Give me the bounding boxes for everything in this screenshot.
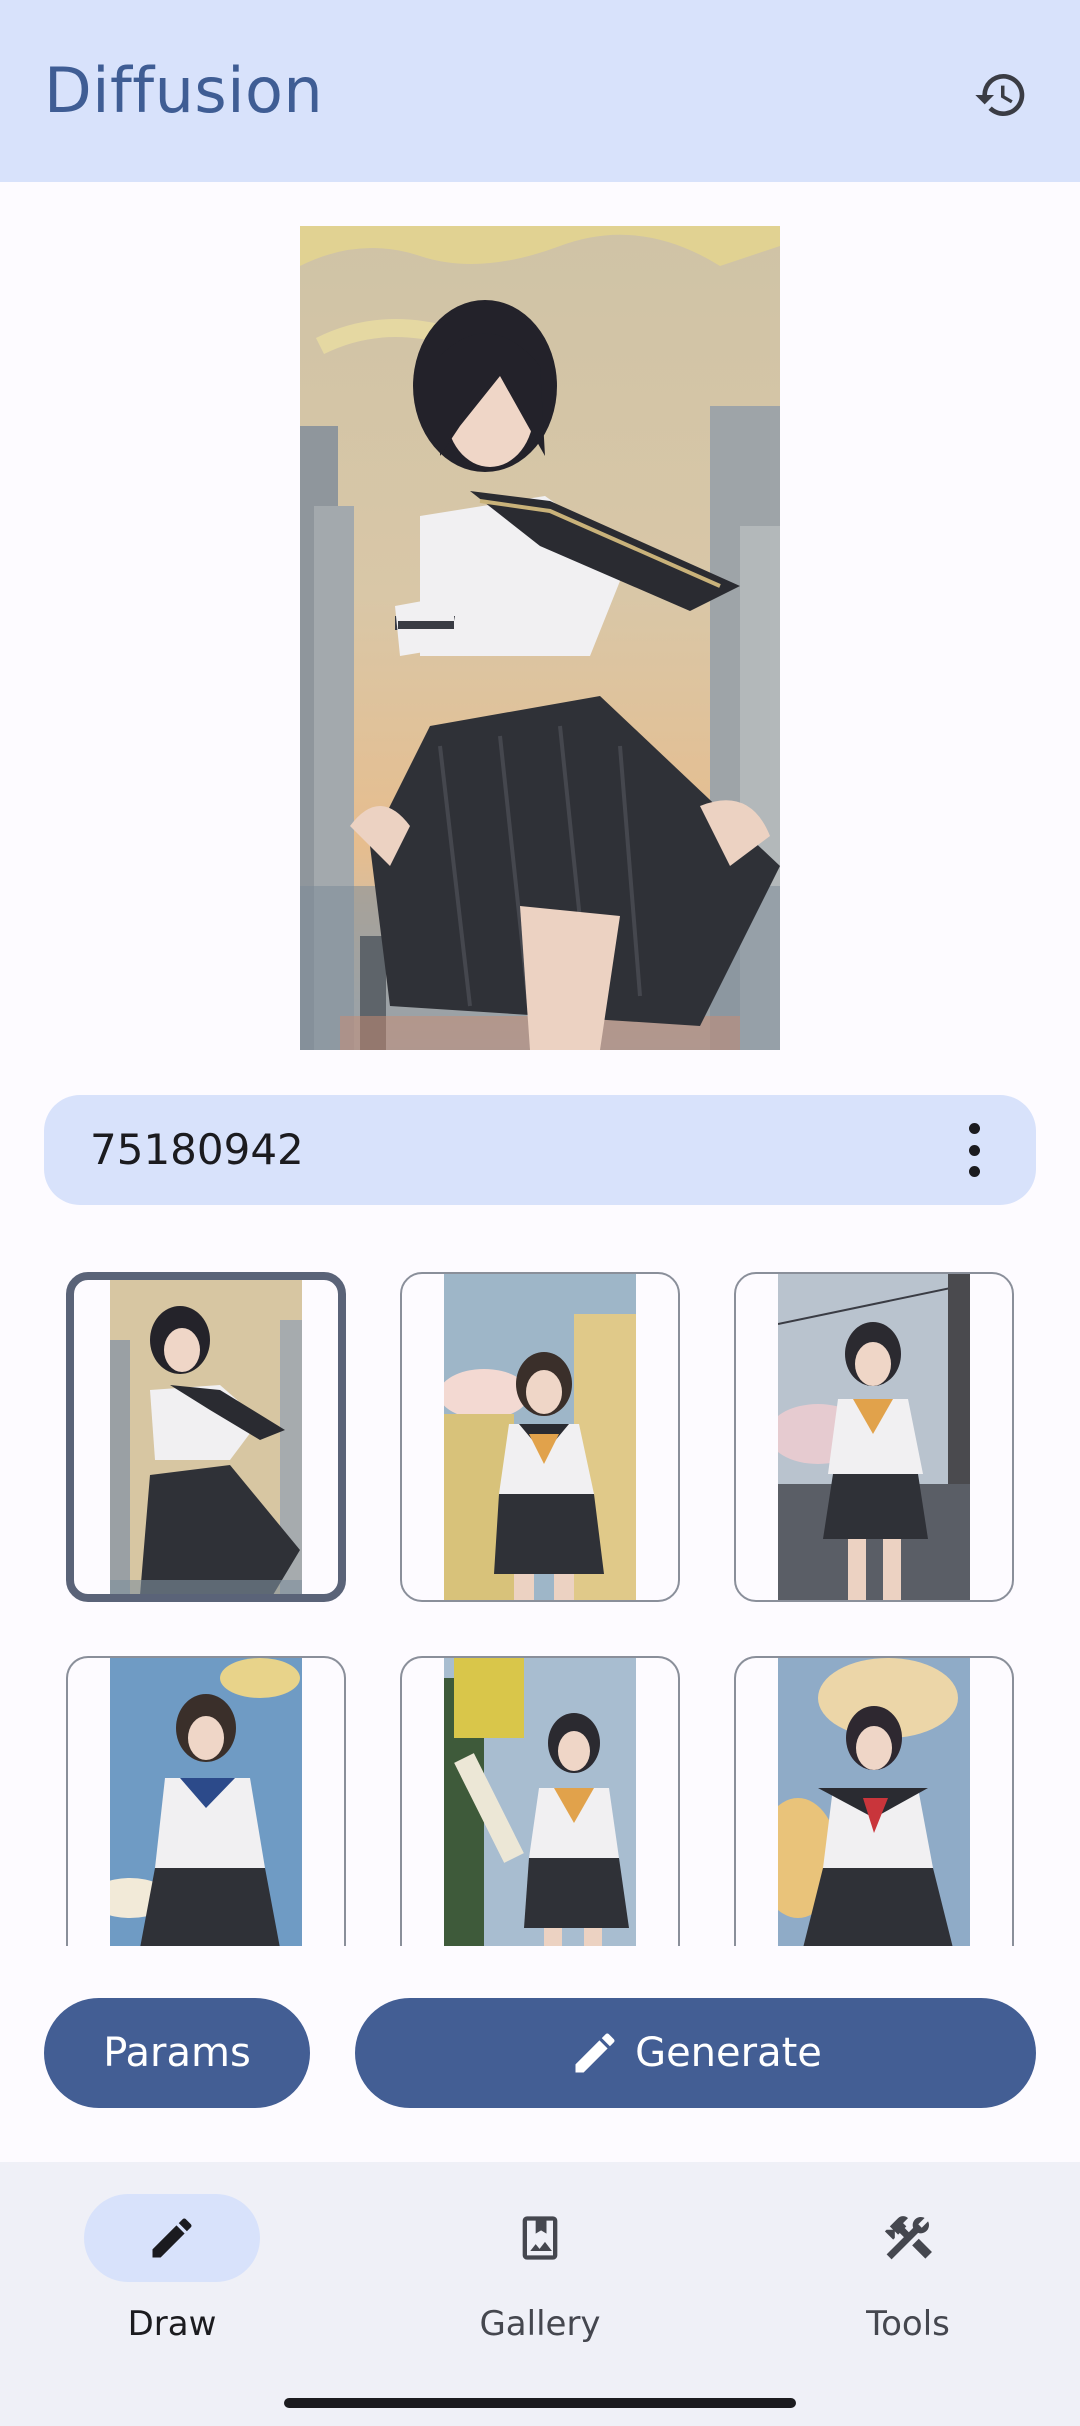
nav-item-tools[interactable]: Tools bbox=[808, 2194, 1008, 2354]
more-options-icon[interactable] bbox=[962, 1123, 986, 1177]
nav-active-indicator bbox=[84, 2194, 260, 2282]
thumbnail-1[interactable] bbox=[66, 1272, 346, 1602]
thumbnail-5[interactable] bbox=[400, 1656, 680, 1946]
nav-label-gallery: Gallery bbox=[479, 2304, 601, 2344]
thumbnail-image bbox=[110, 1658, 302, 1946]
params-button[interactable]: Params bbox=[44, 1998, 310, 2108]
thumbnail-image bbox=[444, 1658, 636, 1946]
thumbnail-2[interactable] bbox=[400, 1272, 680, 1602]
bottom-navigation: Draw Gallery Tools bbox=[0, 2162, 1080, 2426]
thumbnail-6[interactable] bbox=[734, 1656, 1014, 1946]
app-title: Diffusion bbox=[44, 54, 324, 127]
nav-icon-container bbox=[452, 2194, 628, 2282]
thumbnail-image bbox=[110, 1280, 302, 1594]
generated-image-preview[interactable] bbox=[300, 226, 780, 1050]
params-button-label: Params bbox=[103, 2030, 251, 2076]
home-indicator[interactable] bbox=[284, 2398, 796, 2408]
pencil-icon bbox=[575, 2033, 615, 2073]
thumbnail-3[interactable] bbox=[734, 1272, 1014, 1602]
generate-button-label: Generate bbox=[635, 2030, 822, 2076]
thumbnail-image bbox=[778, 1658, 970, 1946]
generate-button[interactable]: Generate bbox=[355, 1998, 1036, 2108]
nav-item-draw[interactable]: Draw bbox=[72, 2194, 272, 2354]
history-button[interactable] bbox=[966, 60, 1036, 130]
top-app-bar: Diffusion bbox=[0, 0, 1080, 182]
history-icon bbox=[975, 74, 1025, 116]
nav-item-gallery[interactable]: Gallery bbox=[440, 2194, 640, 2354]
thumbnail-4[interactable] bbox=[66, 1656, 346, 1946]
thumbnail-image bbox=[778, 1274, 970, 1600]
nav-icon-container bbox=[820, 2194, 996, 2282]
tools-icon bbox=[884, 2216, 932, 2260]
nav-label-tools: Tools bbox=[866, 2304, 950, 2344]
seed-field[interactable]: 75180942 bbox=[44, 1095, 1036, 1205]
thumbnail-image bbox=[444, 1274, 636, 1600]
nav-label-draw: Draw bbox=[127, 2304, 217, 2344]
gallery-icon bbox=[522, 2216, 558, 2260]
pencil-icon bbox=[152, 2218, 192, 2258]
seed-value[interactable]: 75180942 bbox=[90, 1125, 304, 1174]
